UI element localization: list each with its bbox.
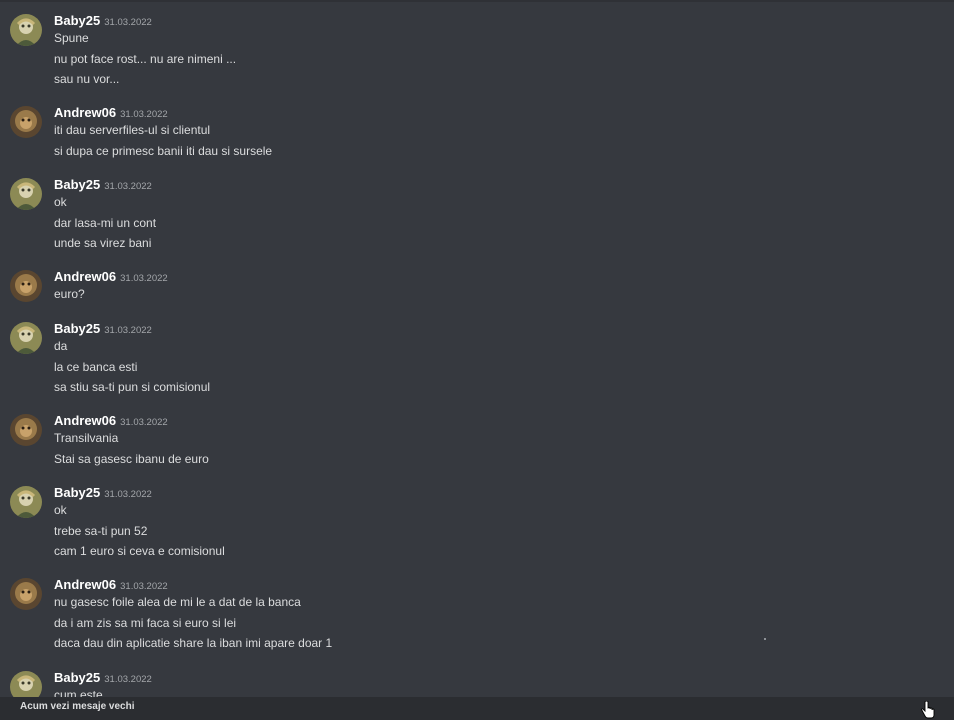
username[interactable]: Baby25 bbox=[54, 13, 100, 28]
username[interactable]: Baby25 bbox=[54, 177, 100, 192]
message-text: nu pot face rost... nu are nimeni ... bbox=[54, 52, 237, 66]
andrew06-avatar[interactable] bbox=[10, 106, 42, 138]
message-header: Andrew06 31.03.2022 bbox=[54, 268, 168, 284]
message-text: iti dau serverfiles-ul si clientul bbox=[54, 123, 211, 137]
timestamp: 31.03.2022 bbox=[104, 674, 152, 685]
andrew06-avatar[interactable] bbox=[10, 578, 42, 610]
timestamp: 31.03.2022 bbox=[120, 417, 168, 428]
message-text: ok bbox=[54, 503, 67, 517]
baby25-avatar[interactable] bbox=[10, 322, 42, 354]
message-header: Andrew06 31.03.2022 bbox=[54, 576, 168, 592]
username[interactable]: Andrew06 bbox=[54, 269, 116, 284]
message-text: da bbox=[54, 339, 68, 353]
username[interactable]: Andrew06 bbox=[54, 577, 116, 592]
old-messages-label[interactable]: Acum vezi mesaje vechi bbox=[20, 701, 135, 712]
timestamp: 31.03.2022 bbox=[104, 489, 152, 500]
message-header: Baby25 31.03.2022 bbox=[54, 176, 152, 192]
message-text: Transilvania bbox=[54, 431, 119, 445]
baby25-avatar[interactable] bbox=[10, 14, 42, 46]
hand-cursor-icon bbox=[920, 700, 935, 719]
message-header: Baby25 31.03.2022 bbox=[54, 669, 152, 685]
message-header: Andrew06 31.03.2022 bbox=[54, 412, 168, 428]
andrew06-avatar[interactable] bbox=[10, 270, 42, 302]
message-header: Baby25 31.03.2022 bbox=[54, 12, 152, 28]
timestamp: 31.03.2022 bbox=[120, 581, 168, 592]
username[interactable]: Andrew06 bbox=[54, 105, 116, 120]
message-text: Stai sa gasesc ibanu de euro bbox=[54, 452, 209, 466]
username[interactable]: Baby25 bbox=[54, 321, 100, 336]
timestamp: 31.03.2022 bbox=[104, 17, 152, 28]
message-header: Baby25 31.03.2022 bbox=[54, 320, 152, 336]
message-text: sau nu vor... bbox=[54, 72, 120, 86]
baby25-avatar[interactable] bbox=[10, 486, 42, 518]
baby25-avatar[interactable] bbox=[10, 178, 42, 210]
message-text: unde sa virez bani bbox=[54, 236, 152, 250]
message-text: cam 1 euro si ceva e comisionul bbox=[54, 544, 225, 558]
old-messages-bar[interactable]: Acum vezi mesaje vechi bbox=[0, 697, 954, 720]
message-text: trebe sa-ti pun 52 bbox=[54, 524, 148, 538]
message-text: da i am zis sa mi faca si euro si lei bbox=[54, 616, 237, 630]
timestamp: 31.03.2022 bbox=[104, 181, 152, 192]
message-text: sa stiu sa-ti pun si comisionul bbox=[54, 380, 211, 394]
message-text: ok bbox=[54, 195, 67, 209]
message-text: cum este bbox=[54, 688, 103, 697]
message-text: si dupa ce primesc banii iti dau si surs… bbox=[54, 144, 273, 158]
message-header: Andrew06 31.03.2022 bbox=[54, 104, 168, 120]
message-text: la ce banca esti bbox=[54, 360, 138, 374]
timestamp: 31.03.2022 bbox=[120, 109, 168, 120]
message-list[interactable]: Baby25 31.03.2022 Spune nu pot face rost.… bbox=[0, 0, 954, 697]
message-text: Spune bbox=[54, 31, 89, 45]
username[interactable]: Baby25 bbox=[54, 670, 100, 685]
stray-pixel bbox=[764, 638, 766, 640]
baby25-avatar[interactable] bbox=[10, 671, 42, 697]
message-text: daca dau din aplicatie share la iban imi… bbox=[54, 636, 333, 650]
message-text: euro? bbox=[54, 287, 85, 301]
username[interactable]: Andrew06 bbox=[54, 413, 116, 428]
timestamp: 31.03.2022 bbox=[104, 325, 152, 336]
message-header: Baby25 31.03.2022 bbox=[54, 484, 152, 500]
message-text: nu gasesc foile alea de mi le a dat de l… bbox=[54, 595, 301, 609]
username[interactable]: Baby25 bbox=[54, 485, 100, 500]
message-text: dar lasa-mi un cont bbox=[54, 216, 157, 230]
timestamp: 31.03.2022 bbox=[120, 273, 168, 284]
andrew06-avatar[interactable] bbox=[10, 414, 42, 446]
